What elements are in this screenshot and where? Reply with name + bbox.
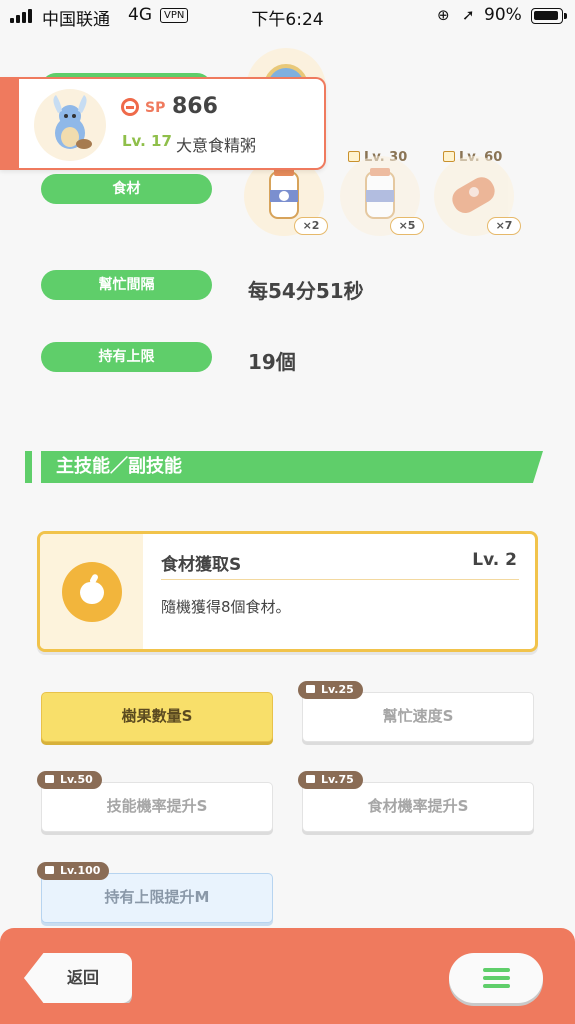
sub-skill-lock-level: Lv.25 bbox=[298, 681, 363, 699]
main-skill-card[interactable]: 食材獲取S Lv. 2 隨機獲得8個食材。 bbox=[37, 531, 538, 652]
lock-icon bbox=[45, 866, 54, 874]
pokemon-avatar bbox=[34, 89, 106, 161]
sub-skill-lock-level: Lv.50 bbox=[37, 771, 102, 789]
help-interval-label: 幫忙間隔 bbox=[41, 270, 212, 300]
menu-button[interactable] bbox=[449, 953, 543, 1003]
sub-skill-button[interactable]: 技能機率提升S bbox=[41, 782, 273, 832]
carry-limit-value: 19個 bbox=[248, 350, 296, 374]
pokemon-name: 大意食精粥 bbox=[176, 136, 257, 155]
lock-icon bbox=[306, 775, 315, 783]
section-header-skills: 主技能／副技能 bbox=[41, 451, 543, 483]
main-skill-description: 隨機獲得8個食材。 bbox=[161, 598, 291, 616]
divider bbox=[161, 579, 519, 580]
main-skill-level: Lv. 2 bbox=[472, 550, 517, 570]
apple-icon bbox=[62, 562, 122, 622]
ingredient-count: ×5 bbox=[390, 217, 424, 235]
main-skill-name: 食材獲取S bbox=[161, 555, 242, 575]
sub-skill-button[interactable]: 幫忙速度S bbox=[302, 692, 534, 742]
pokemon-level: Lv. 17 bbox=[122, 132, 172, 150]
bottom-bar: 返回 bbox=[0, 928, 575, 1024]
back-button[interactable]: 返回 bbox=[24, 953, 132, 1003]
profile-accent-stripe bbox=[0, 77, 19, 170]
rotation-lock-icon: ⊕ bbox=[437, 6, 450, 24]
sub-skill-lock-level: Lv.75 bbox=[298, 771, 363, 789]
section-header-edge bbox=[25, 451, 32, 483]
sub-skill-button[interactable]: 持有上限提升M bbox=[41, 873, 273, 923]
sp-label: SP bbox=[145, 100, 166, 116]
sub-skill-button[interactable]: 食材機率提升S bbox=[302, 782, 534, 832]
carry-limit-label: 持有上限 bbox=[41, 342, 212, 372]
skill-icon-background bbox=[40, 534, 143, 649]
battery-percent: 90% bbox=[484, 5, 522, 25]
ingredient-count: ×2 bbox=[294, 217, 328, 235]
lock-icon bbox=[306, 685, 315, 693]
ingredient-count: ×7 bbox=[487, 217, 521, 235]
lock-icon bbox=[45, 775, 54, 783]
sp-value: 866 bbox=[172, 94, 218, 119]
sub-skill-button[interactable]: 樹果數量S bbox=[41, 692, 273, 742]
sub-skill-lock-level: Lv.100 bbox=[37, 862, 110, 880]
ingredients-label: 食材 bbox=[41, 174, 212, 204]
pokemon-profile-card[interactable]: SP 866 Lv. 17 大意食精粥 bbox=[0, 77, 326, 170]
location-icon: ➚ bbox=[462, 6, 475, 24]
sp-icon bbox=[121, 98, 139, 116]
help-interval-value: 每54分51秒 bbox=[248, 279, 364, 303]
status-bar: 中国联通 4G VPN 下午6:24 ⊕ ➚ 90% bbox=[0, 0, 575, 34]
battery-icon bbox=[531, 8, 567, 24]
